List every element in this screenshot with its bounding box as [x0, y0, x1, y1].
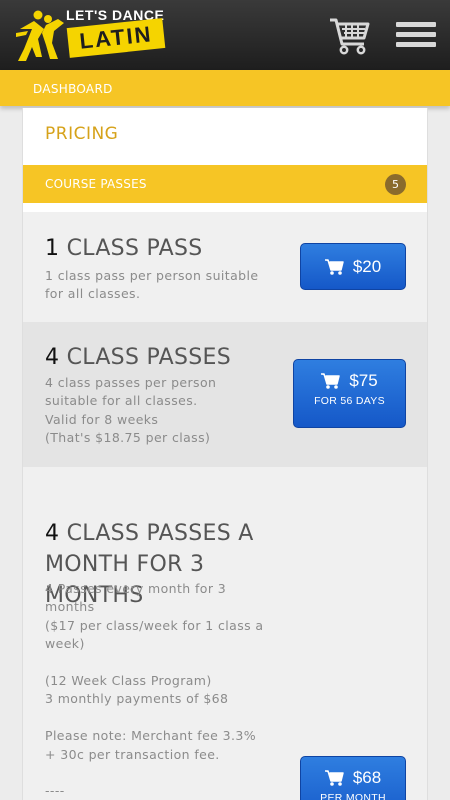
cart-icon: [324, 770, 344, 786]
count-badge: 5: [385, 174, 406, 195]
item-title: 4 CLASS PASSES: [45, 345, 232, 370]
logo-text-latin: LATIN: [66, 18, 166, 58]
price-label: $20: [352, 256, 382, 276]
pricing-panel: PRICING COURSE PASSES 5 1 CLASS PASS 1 c…: [22, 108, 428, 800]
breadcrumb-dashboard[interactable]: DASHBOARD: [33, 82, 113, 96]
price-label: $75: [349, 371, 378, 390]
section-label: COURSE PASSES: [45, 177, 147, 191]
item-description: 4 class passes per person suitable for a…: [45, 375, 217, 446]
item-title: 1 CLASS PASS: [45, 236, 203, 261]
buy-button[interactable]: $68 PER MONTH: [300, 756, 406, 800]
app-header: LET'S DANCE LATIN: [0, 0, 450, 70]
lets-dance-latin-logo[interactable]: LET'S DANCE LATIN: [14, 5, 174, 65]
buy-button[interactable]: $20: [300, 243, 406, 290]
pricing-item: 4 CLASS PASSES A MONTH FOR 3 MONTHS 4 Pa…: [23, 467, 427, 800]
buy-button[interactable]: $75 FOR 56 DAYS: [293, 359, 406, 428]
hamburger-menu-icon: [396, 22, 436, 47]
item-description: 1 class pass per person suitable for all…: [45, 268, 259, 302]
item-description: 4 Passes every month for 3 months ($17 p…: [45, 581, 264, 799]
page-title: PRICING: [45, 124, 119, 144]
course-passes-section-header[interactable]: COURSE PASSES 5: [23, 165, 427, 203]
dancers-logo-icon: [16, 10, 64, 61]
cart-icon: [330, 18, 370, 55]
cart-button[interactable]: [328, 16, 370, 56]
price-label: $68: [352, 768, 382, 787]
pricing-item: 1 CLASS PASS 1 class pass per person sui…: [23, 212, 427, 322]
cart-icon: [321, 373, 341, 389]
breadcrumb-bar: DASHBOARD: [0, 70, 450, 106]
hamburger-menu-button[interactable]: [396, 22, 436, 50]
price-note: PER MONTH: [320, 792, 386, 800]
cart-icon: [324, 258, 344, 275]
price-note: FOR 56 DAYS: [314, 395, 385, 407]
pricing-item: 4 CLASS PASSES 4 class passes per person…: [23, 322, 427, 467]
